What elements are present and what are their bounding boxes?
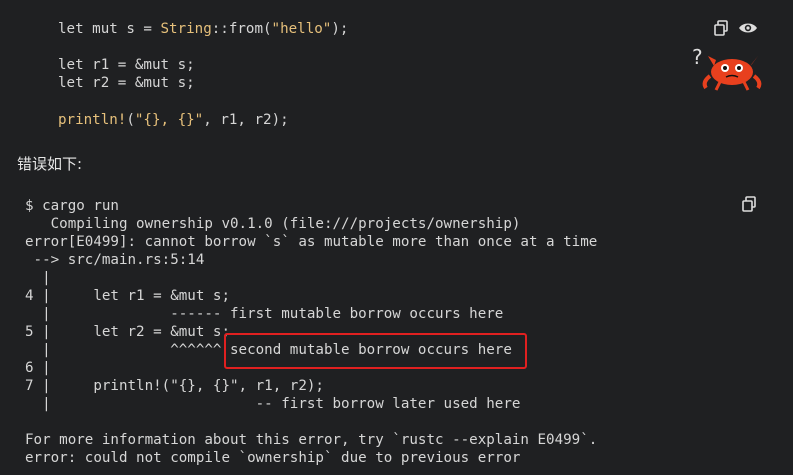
ferris-does-not-compile-icon: ? [692,45,764,92]
highlight-box [224,333,527,369]
output-line-11: 7 | println!("{}, {}", r1, r2); [25,378,324,394]
output-line-15: error: could not compile `ownership` due… [25,450,521,466]
output-line-8: 5 | let r2 = &mut s; [25,324,230,340]
error-intro-text: 错误如下: [17,155,83,173]
output-line-2: Compiling ownership v0.1.0 (file:///proj… [25,216,521,232]
copy-output-icon[interactable] [740,195,758,213]
output-line-1: $ cargo run [25,198,119,214]
eye-icon[interactable] [738,19,758,37]
question-mark: ? [692,46,703,69]
output-line-3: error[E0499]: cannot borrow `s` as mutab… [25,234,598,250]
output-line-5: | [25,270,51,286]
code-line-4: println!("{}, {}", r1, r2); [58,112,289,128]
output-line-12: | -- first borrow later used here [25,396,521,412]
code-line-1: let mut s = String::from("hello"); [58,21,349,37]
copy-icon[interactable] [712,19,730,37]
output-line-14: For more information about this error, t… [25,432,598,448]
output-line-7: | ------ first mutable borrow occurs her… [25,306,504,322]
code-line-3: let r2 = &mut s; [58,75,195,91]
output-line-6: 4 | let r1 = &mut s; [25,288,230,304]
code-block-source: let mut s = String::from("hello"); let r… [0,0,793,148]
output-line-4: --> src/main.rs:5:14 [25,252,205,268]
code-block-output: $ cargo run Compiling ownership v0.1.0 (… [0,185,793,475]
output-line-10: 6 | [25,360,51,376]
code-line-2: let r1 = &mut s; [58,57,195,73]
